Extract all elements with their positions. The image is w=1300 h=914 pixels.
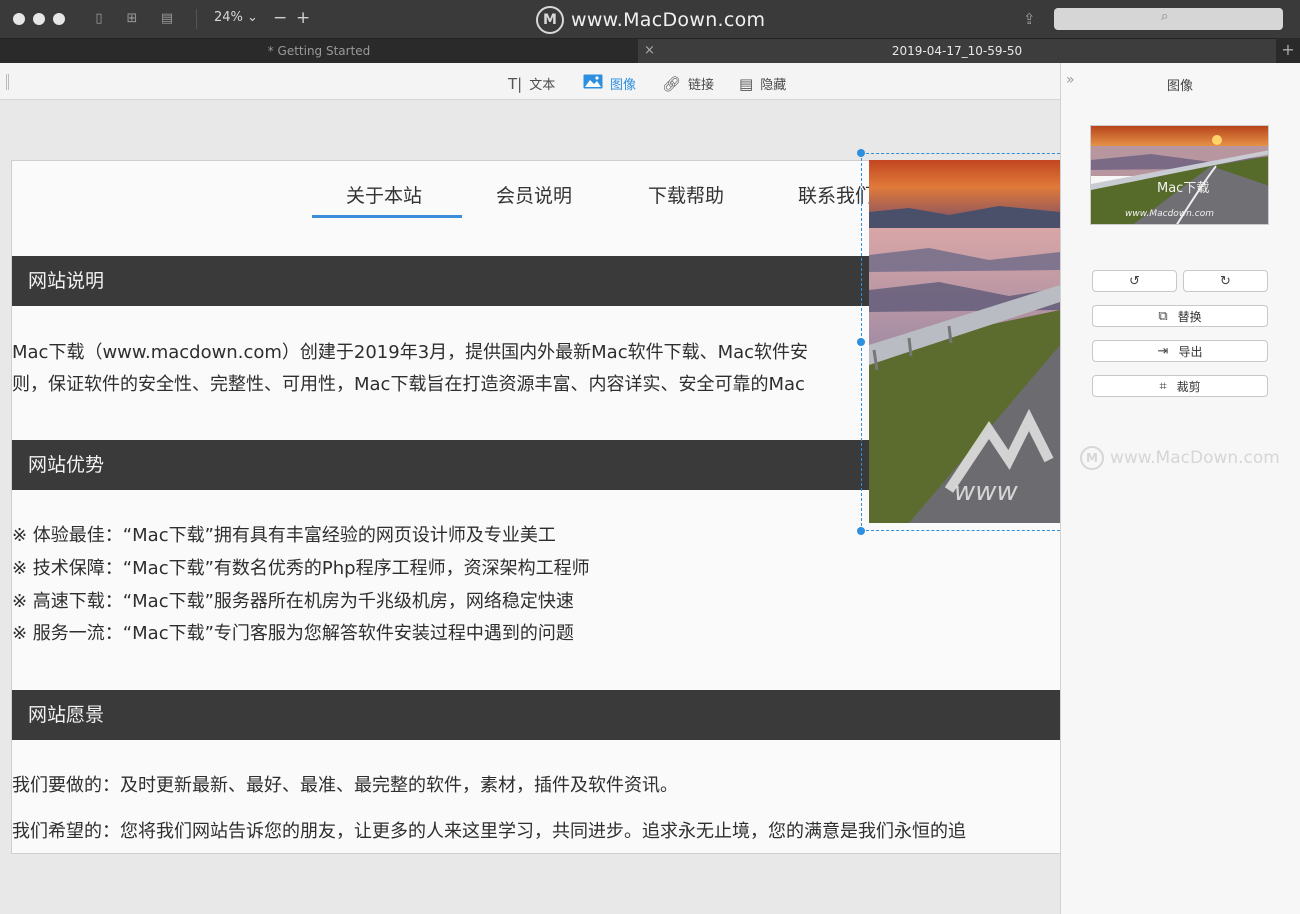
resize-handle[interactable] bbox=[857, 338, 865, 346]
rotate-right-button[interactable]: ↻ bbox=[1183, 270, 1268, 292]
zoom-in-button[interactable]: + bbox=[296, 8, 310, 28]
share-icon[interactable]: ⇪ bbox=[1023, 10, 1036, 28]
hide-tool[interactable]: ▤ 隐藏 bbox=[739, 74, 786, 94]
image-tool[interactable]: 图像 bbox=[583, 74, 636, 93]
nav-active-underline bbox=[312, 215, 462, 218]
list-item: ※ 体验最佳：“Mac下载”拥有具有丰富经验的网页设计师及专业美工 bbox=[12, 525, 556, 546]
list-item: ※ 技术保障：“Mac下载”有数名优秀的Php程序工程师，资深架构工程师 bbox=[12, 558, 590, 579]
tab-getting-started[interactable]: * Getting Started bbox=[0, 39, 638, 64]
window-title: www.MacDown.com bbox=[571, 9, 766, 31]
search-icon: ⌕ bbox=[1161, 9, 1169, 24]
link-tool[interactable]: 🔗︎ 链接 bbox=[662, 74, 714, 94]
crop-button[interactable]: ⌗ 裁剪 bbox=[1092, 375, 1268, 397]
resize-handle[interactable] bbox=[857, 527, 865, 535]
replace-icon: ⧉ bbox=[1158, 308, 1168, 324]
rotate-left-icon: ↺ bbox=[1129, 273, 1140, 289]
minimize-window-button[interactable] bbox=[33, 13, 45, 25]
paragraph-line: 则，保证软件的安全性、完整性、可用性，Mac下载旨在打造资源丰富、内容详实、安全… bbox=[12, 374, 805, 395]
image-selection-box[interactable] bbox=[861, 153, 1060, 531]
hide-icon: ▤ bbox=[739, 74, 754, 93]
paragraph-line: 我们要做的：及时更新最新、最好、最准、最完整的软件，素材，插件及软件资讯。 bbox=[12, 775, 678, 796]
rotate-left-button[interactable]: ↺ bbox=[1092, 270, 1177, 292]
paragraph-line: Mac下载（www.macdown.com）创建于2019年3月，提供国内外最新… bbox=[12, 342, 809, 363]
title-bar: ▯ ⊞ ▤ 24% ⌄ − + M www.MacDown.com ⇪ ⌕ bbox=[0, 0, 1300, 38]
text-tool[interactable]: T| 文本 bbox=[508, 74, 555, 94]
macdown-logo-icon: M bbox=[536, 6, 564, 34]
nav-about: 关于本站 bbox=[346, 185, 423, 207]
thumbnail-url-text: www.Macdown.com bbox=[1125, 209, 1214, 219]
watermark-logo-icon: M bbox=[1080, 446, 1104, 470]
zoom-window-button[interactable] bbox=[53, 13, 65, 25]
nav-membership: 会员说明 bbox=[496, 185, 573, 207]
zoom-level-select[interactable]: 24% ⌄ bbox=[214, 10, 258, 25]
drag-handle[interactable] bbox=[6, 74, 9, 90]
list-item: ※ 高速下载：“Mac下载”服务器所在机房为千兆级机房，网络稳定快速 bbox=[12, 591, 574, 612]
close-window-button[interactable] bbox=[13, 13, 25, 25]
sidebar-toggle-icon[interactable]: ▯ bbox=[90, 10, 108, 28]
annotation-toolbar: T| 文本 图像 🔗︎ 链接 ▤ 隐藏 bbox=[0, 63, 1060, 100]
thumbnail-brand-text: Mac下载 bbox=[1157, 181, 1209, 196]
crop-icon: ⌗ bbox=[1159, 378, 1167, 394]
text-icon: T| bbox=[508, 74, 523, 93]
nav-download-help: 下载帮助 bbox=[648, 185, 725, 207]
new-tab-button[interactable]: + bbox=[1276, 38, 1300, 63]
export-button[interactable]: ⇥ 导出 bbox=[1092, 340, 1268, 362]
panel-title: 图像 bbox=[1166, 79, 1193, 94]
tab-screenshot[interactable]: 2019-04-17_10-59-50 bbox=[638, 39, 1276, 64]
grid-view-icon[interactable]: ⊞ bbox=[123, 10, 141, 28]
rotate-right-icon: ↻ bbox=[1220, 273, 1231, 289]
page-view-icon[interactable]: ▤ bbox=[158, 10, 176, 28]
search-input[interactable] bbox=[1054, 8, 1283, 30]
toolbar-divider bbox=[196, 9, 197, 29]
zoom-out-button[interactable]: − bbox=[273, 8, 287, 28]
link-icon: 🔗︎ bbox=[662, 74, 682, 93]
watermark: M www.MacDown.com bbox=[1080, 446, 1280, 470]
list-item: ※ 服务一流：“Mac下载”专门客服为您解答软件安装过程中遇到的问题 bbox=[12, 623, 574, 644]
resize-handle[interactable] bbox=[857, 149, 865, 157]
paragraph-line: 我们希望的：您将我们网站告诉您的朋友，让更多的人来这里学习，共同进步。追求永无止… bbox=[12, 821, 966, 842]
image-icon bbox=[583, 74, 603, 93]
image-thumbnail: Mac下载 www.Macdown.com bbox=[1090, 125, 1269, 225]
section-heading: 网站愿景 bbox=[12, 690, 1060, 740]
export-icon: ⇥ bbox=[1157, 343, 1169, 359]
replace-button[interactable]: ⧉ 替换 bbox=[1092, 305, 1268, 327]
close-tab-icon[interactable]: × bbox=[644, 43, 655, 58]
